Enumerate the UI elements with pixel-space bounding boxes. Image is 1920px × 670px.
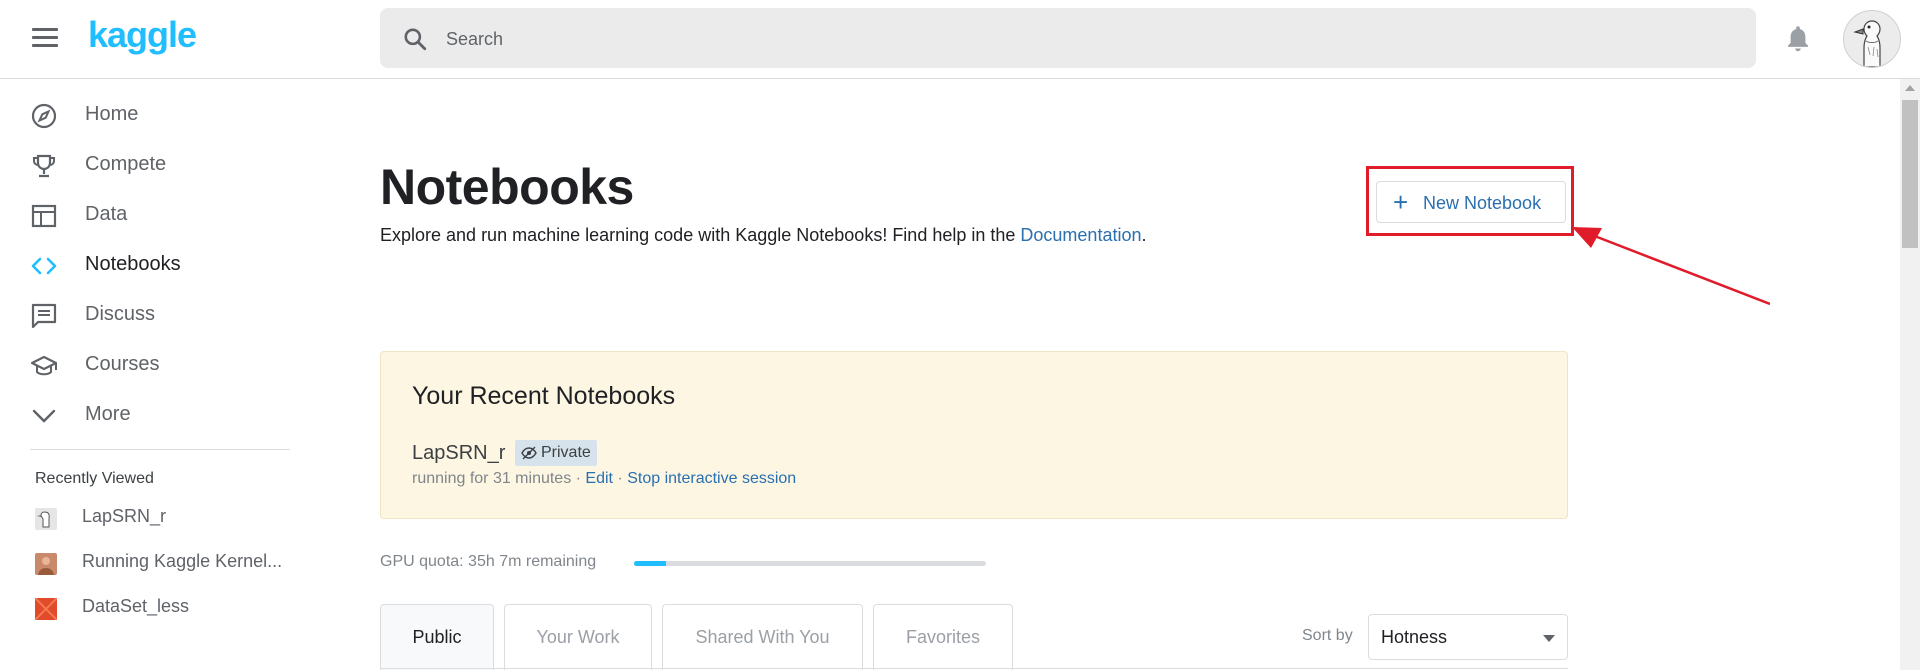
scroll-up-arrow-icon[interactable] bbox=[1905, 85, 1915, 91]
subtitle-period: . bbox=[1141, 225, 1147, 245]
sidebar-item-label: Courses bbox=[85, 353, 160, 375]
menu-icon[interactable] bbox=[32, 28, 58, 48]
sidebar-item-compete[interactable]: Compete bbox=[0, 142, 290, 186]
user-avatar[interactable] bbox=[1843, 10, 1901, 68]
code-icon bbox=[31, 257, 57, 275]
recently-viewed-item[interactable]: LapSRN_r bbox=[0, 500, 290, 534]
page-subtitle: Explore and run machine learning code wi… bbox=[380, 225, 1147, 246]
running-status: running for 31 minutes bbox=[412, 470, 572, 487]
plus-icon: + bbox=[1393, 187, 1409, 217]
chevron-down-icon bbox=[32, 409, 56, 423]
tab-label: Your Work bbox=[536, 627, 620, 647]
sidebar-item-label: Home bbox=[85, 103, 139, 125]
sidebar-item-courses[interactable]: Courses bbox=[0, 342, 290, 386]
user-thumbnail bbox=[35, 553, 57, 575]
page-scrollbar[interactable] bbox=[1900, 79, 1920, 670]
search-bar[interactable] bbox=[380, 8, 1756, 70]
gpu-quota-fill bbox=[634, 561, 666, 566]
recently-viewed-item[interactable]: DataSet_less bbox=[0, 590, 290, 624]
compass-icon bbox=[31, 103, 57, 129]
gpu-quota-bar bbox=[634, 561, 986, 566]
sidebar-item-label: Compete bbox=[85, 153, 167, 175]
private-badge: Private bbox=[515, 440, 597, 466]
private-badge-label: Private bbox=[541, 444, 591, 461]
subtitle-text: Explore and run machine learning code wi… bbox=[380, 225, 1021, 245]
top-bar: kaggle bbox=[0, 0, 1920, 79]
stop-session-link[interactable]: Stop interactive session bbox=[627, 470, 796, 487]
tab-label: Public bbox=[412, 627, 462, 647]
recently-viewed-label: Running Kaggle Kernel... bbox=[82, 551, 283, 571]
page-title: Notebooks bbox=[380, 159, 634, 215]
sidebar-item-discuss[interactable]: Discuss bbox=[0, 292, 290, 336]
sidebar-item-label: More bbox=[85, 403, 131, 425]
separator: · bbox=[571, 470, 586, 487]
notifications-bell-icon[interactable] bbox=[1784, 24, 1812, 54]
eye-icon bbox=[521, 446, 537, 460]
tab-label: Shared With You bbox=[695, 627, 830, 647]
separator: · bbox=[613, 470, 628, 487]
table-icon bbox=[31, 204, 57, 228]
recent-notebook-name[interactable]: LapSRN_r bbox=[412, 442, 505, 465]
sort-dropdown[interactable]: Hotness bbox=[1368, 614, 1568, 660]
sidebar-item-more[interactable]: More bbox=[0, 392, 290, 436]
sidebar-item-label: Notebooks bbox=[85, 253, 181, 275]
notebook-thumbnail bbox=[35, 508, 57, 530]
tab-your-work[interactable]: Your Work bbox=[504, 604, 652, 670]
scrollbar-thumb[interactable] bbox=[1902, 100, 1918, 248]
recently-viewed-label: DataSet_less bbox=[82, 596, 190, 616]
documentation-link[interactable]: Documentation bbox=[1020, 225, 1141, 245]
recent-notebook-meta: running for 31 minutes · Edit · Stop int… bbox=[412, 470, 796, 488]
recently-viewed-item[interactable]: Running Kaggle Kernel... bbox=[0, 545, 290, 579]
new-notebook-label: New Notebook bbox=[1423, 193, 1542, 213]
recently-viewed-label: LapSRN_r bbox=[82, 506, 167, 526]
dataset-thumbnail bbox=[34, 597, 58, 621]
recent-notebooks-title: Your Recent Notebooks bbox=[412, 382, 676, 410]
search-input[interactable] bbox=[444, 8, 1728, 70]
kaggle-logo[interactable]: kaggle bbox=[88, 14, 197, 56]
annotation-arrow bbox=[1572, 227, 1770, 306]
search-icon bbox=[404, 28, 427, 51]
tab-public[interactable]: Public bbox=[380, 604, 494, 670]
tabs-divider bbox=[380, 668, 1568, 669]
comment-icon bbox=[31, 303, 57, 329]
school-icon bbox=[30, 355, 58, 376]
sidebar-item-label: Discuss bbox=[85, 303, 156, 325]
sidebar-divider bbox=[30, 449, 290, 450]
sidebar-item-home[interactable]: Home bbox=[0, 92, 290, 136]
edit-link[interactable]: Edit bbox=[585, 470, 613, 487]
recently-viewed-title: Recently Viewed bbox=[35, 470, 154, 487]
sidebar-item-label: Data bbox=[85, 203, 128, 225]
recent-notebooks-panel: Your Recent Notebooks LapSRN_r Private r… bbox=[380, 351, 1568, 519]
tab-label: Favorites bbox=[905, 627, 981, 647]
sort-by-label: Sort by bbox=[1302, 627, 1353, 644]
gpu-quota-label: GPU quota: 35h 7m remaining bbox=[380, 553, 597, 570]
caret-down-icon bbox=[1543, 635, 1555, 642]
sidebar-item-notebooks[interactable]: Notebooks bbox=[0, 242, 290, 286]
new-notebook-button[interactable]: + New Notebook bbox=[1376, 181, 1566, 223]
sort-value: Hotness bbox=[1381, 627, 1448, 647]
tab-shared-with-you[interactable]: Shared With You bbox=[662, 604, 863, 670]
sidebar-item-data[interactable]: Data bbox=[0, 192, 290, 236]
trophy-icon bbox=[33, 154, 55, 178]
goose-avatar-icon bbox=[1853, 20, 1881, 67]
tab-favorites[interactable]: Favorites bbox=[873, 604, 1013, 670]
